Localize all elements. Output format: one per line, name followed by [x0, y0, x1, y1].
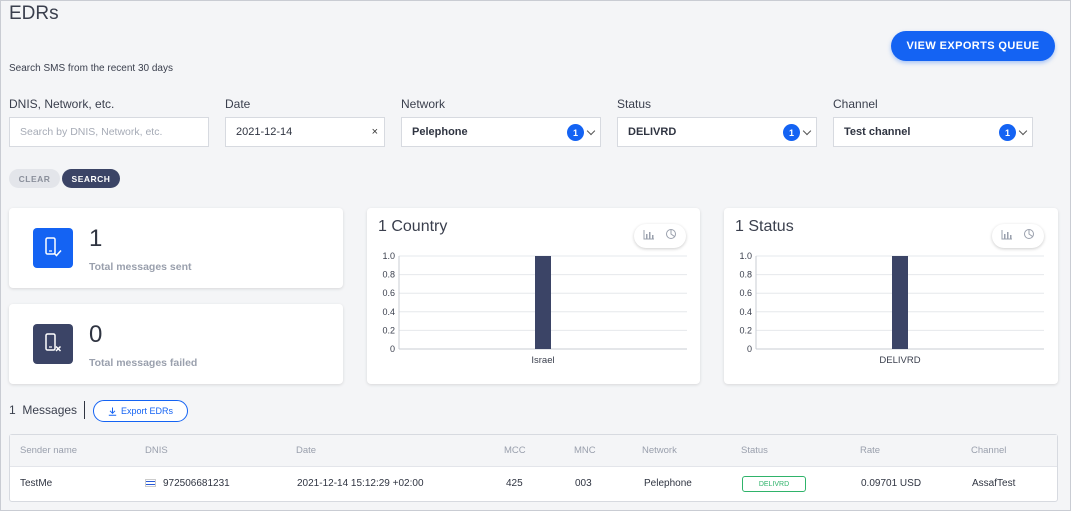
messages-failed-label: Total messages failed — [89, 357, 198, 369]
israel-flag-icon — [145, 479, 156, 488]
view-exports-queue-button[interactable]: VIEW EXPORTS QUEUE — [891, 31, 1055, 61]
status-count-badge: 1 — [783, 124, 800, 141]
messages-count: 1 Messages — [9, 403, 77, 417]
col-mcc[interactable]: MCC — [504, 445, 526, 456]
messages-failed-count: 0 — [89, 321, 103, 348]
bar — [535, 256, 551, 349]
date-input[interactable]: 2021-12-14 × — [225, 117, 385, 147]
messages-count-label: Messages — [22, 403, 78, 417]
y-tick-label: 0.6 — [382, 288, 395, 298]
messages-count-value: 1 — [9, 403, 16, 417]
channel-value: Test channel — [844, 126, 911, 138]
y-tick-label: 0.4 — [382, 307, 395, 317]
network-select[interactable]: Pelephone 1 — [401, 117, 601, 147]
messages-sent-label: Total messages sent — [89, 261, 192, 273]
y-tick-label: 0.2 — [382, 325, 395, 335]
col-status[interactable]: Status — [741, 445, 768, 456]
date-value: 2021-12-14 — [236, 126, 293, 138]
y-tick-label: 0 — [390, 344, 395, 354]
network-count-badge: 1 — [567, 124, 584, 141]
y-tick-label: 0.4 — [739, 307, 752, 317]
col-mnc[interactable]: MNC — [574, 445, 596, 456]
clear-button[interactable]: CLEAR — [9, 169, 60, 188]
y-tick-label: 1.0 — [382, 251, 395, 261]
clear-date-icon[interactable]: × — [372, 126, 378, 138]
messages-sent-count: 1 — [89, 225, 103, 252]
channel-filter-label: Channel — [833, 97, 878, 111]
cell-mcc: 425 — [506, 478, 523, 489]
col-channel[interactable]: Channel — [971, 445, 1006, 456]
y-tick-label: 0.2 — [739, 325, 752, 335]
status-bar-chart: 1.0 0.8 0.6 0.4 0.2 0 DELIVRD — [739, 251, 1044, 366]
cell-dnis-value: 972506681231 — [163, 478, 230, 489]
cell-date: 2021-12-14 15:12:29 +02:00 — [297, 478, 424, 489]
y-tick-label: 0.8 — [739, 270, 752, 280]
status-value: DELIVRD — [628, 126, 677, 138]
export-edrs-button[interactable]: Export EDRs — [93, 400, 188, 422]
phone-check-icon — [33, 228, 73, 268]
y-tick-label: 0 — [747, 344, 752, 354]
cell-dnis: 972506681231 — [145, 478, 230, 489]
date-filter-label: Date — [225, 97, 251, 111]
cell-sender: TestMe — [20, 478, 53, 489]
download-icon — [108, 407, 117, 416]
search-input[interactable]: Search by DNIS, Network, etc. — [9, 117, 209, 147]
col-date[interactable]: Date — [296, 445, 316, 456]
network-value: Pelephone — [412, 126, 468, 138]
page-subtitle: Search SMS from the recent 30 days — [9, 63, 173, 74]
page-title: EDRs — [9, 3, 59, 24]
messages-table: Sender name DNIS Date MCC MNC Network St… — [9, 434, 1058, 502]
search-placeholder: Search by DNIS, Network, etc. — [20, 126, 163, 138]
search-button[interactable]: SEARCH — [62, 169, 120, 188]
table-header: Sender name DNIS Date MCC MNC Network St… — [10, 435, 1057, 467]
network-filter-label: Network — [401, 97, 446, 111]
cell-mnc: 003 — [575, 478, 592, 489]
query-filter-label: DNIS, Network, etc. — [9, 97, 115, 111]
x-tick-label: DELIVRD — [879, 355, 920, 366]
y-tick-label: 0.8 — [382, 270, 395, 280]
chevron-down-icon[interactable] — [586, 126, 596, 136]
y-tick-label: 1.0 — [739, 251, 752, 261]
messages-sent-card: 1 Total messages sent — [9, 208, 343, 288]
export-edrs-label: Export EDRs — [120, 406, 173, 416]
y-tick-label: 0.6 — [739, 288, 752, 298]
status-filter-label: Status — [617, 97, 652, 111]
country-bar-chart: 1.0 0.8 0.6 0.4 0.2 0 Israel — [382, 251, 687, 366]
cell-network: Pelephone — [644, 478, 692, 489]
cell-rate: 0.09701 USD — [861, 478, 922, 489]
col-rate[interactable]: Rate — [860, 445, 880, 456]
status-chart-card: 1 Status 1.0 0.8 0.6 0.4 0.2 0 DELIVRD — [724, 208, 1058, 384]
status-select[interactable]: DELIVRD 1 — [617, 117, 817, 147]
chevron-down-icon[interactable] — [1018, 126, 1028, 136]
phone-x-icon — [33, 324, 73, 364]
col-dnis[interactable]: DNIS — [145, 445, 168, 456]
col-sender-name[interactable]: Sender name — [20, 445, 77, 456]
status-badge: DELIVRD — [742, 476, 806, 492]
messages-failed-card: 0 Total messages failed — [9, 304, 343, 384]
x-tick-label: Israel — [531, 355, 554, 366]
channel-count-badge: 1 — [999, 124, 1016, 141]
channel-select[interactable]: Test channel 1 — [833, 117, 1033, 147]
divider — [84, 401, 85, 419]
chevron-down-icon[interactable] — [802, 126, 812, 136]
cell-channel: AssafTest — [972, 478, 1016, 489]
col-network[interactable]: Network — [642, 445, 677, 456]
country-chart-card: 1 Country 1.0 0.8 0.6 0.4 0.2 0 Israel — [367, 208, 700, 384]
bar — [892, 256, 908, 349]
